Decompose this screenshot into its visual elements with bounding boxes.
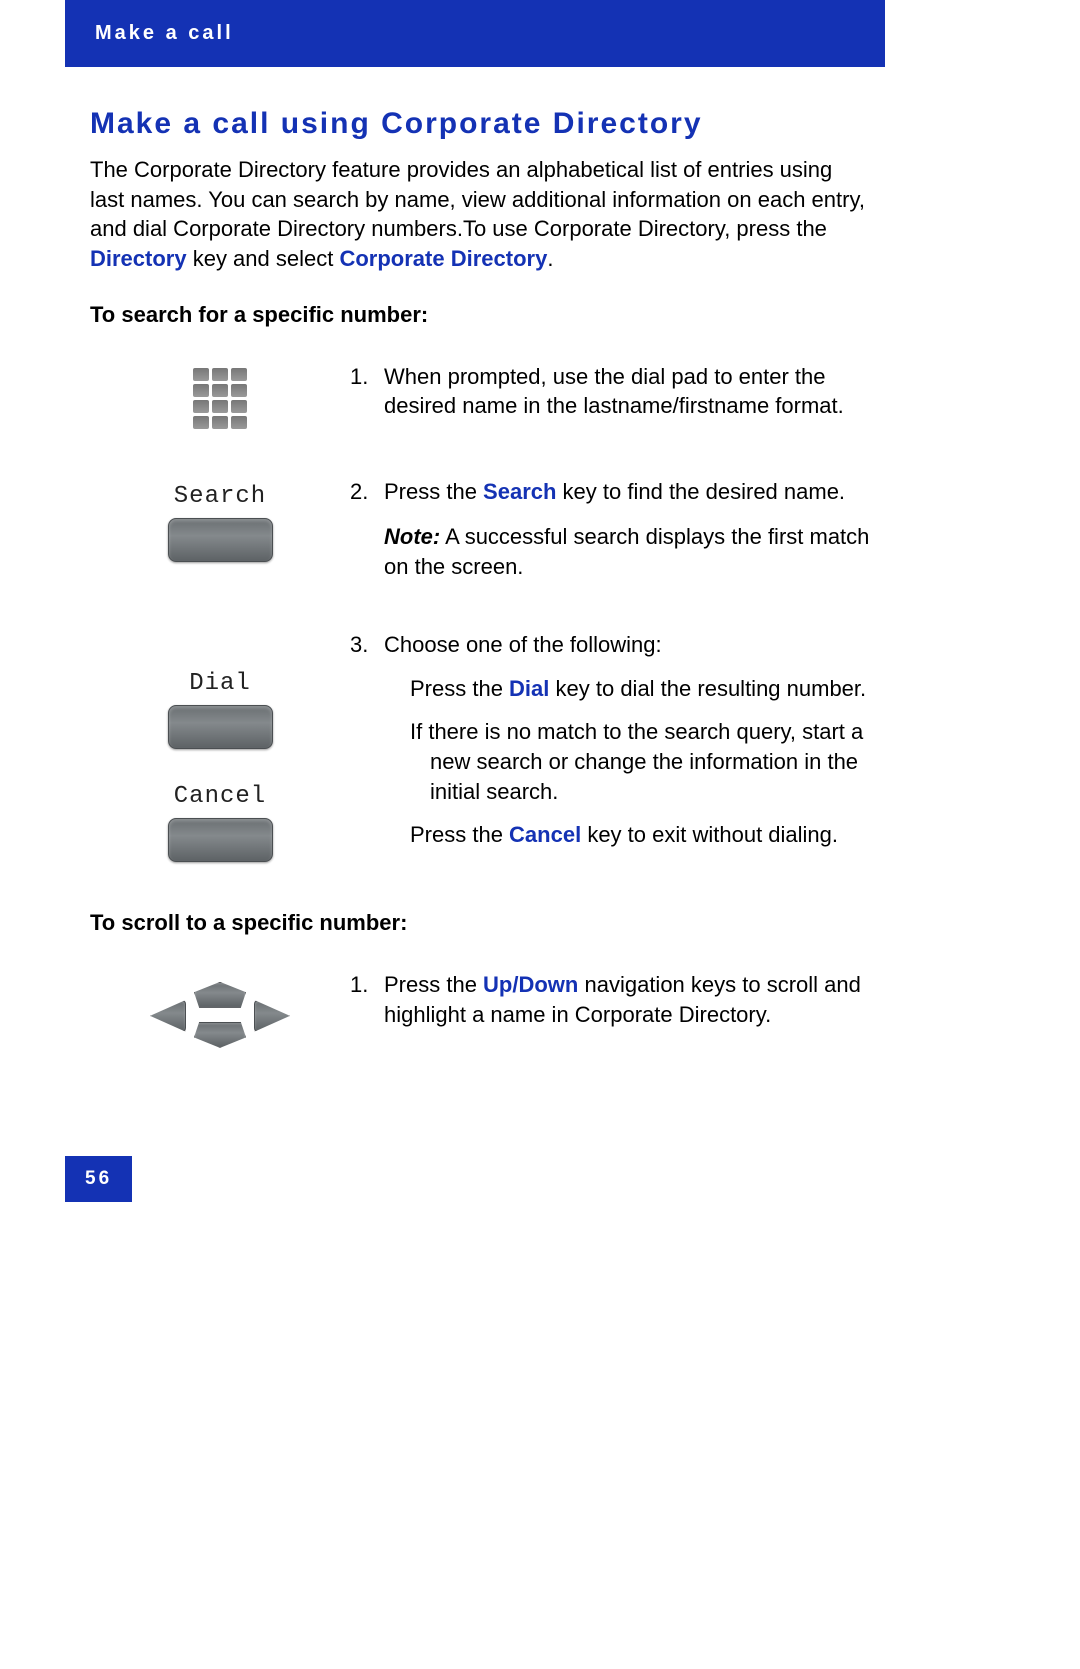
step-3c-post: key to exit without dialing. [581,822,838,847]
scroll-step-1-number: 1. [350,970,384,1029]
step-3-icon-col: Dial Cancel [90,630,350,862]
step-3a-key-dial: Dial [509,676,549,701]
step-2-key-search: Search [483,479,556,504]
intro-text-mid: key and select [187,246,340,271]
cancel-softkey-label: Cancel [174,783,266,810]
intro-key-corporate-directory: Corporate Directory [339,246,547,271]
scroll-subheading: To scroll to a specific number: [90,910,870,936]
scroll-step-key-updown: Up/Down [483,972,578,997]
softkey-button-icon [168,518,273,562]
search-softkey-label: Search [174,483,266,510]
step-2-note: Note: A successful search displays the f… [384,522,870,581]
step-2-icon-col: Search [90,477,350,562]
intro-text-post: . [547,246,553,271]
scroll-step-pre: Press the [384,972,483,997]
nav-up-icon [194,982,246,1008]
scroll-step-1: 1. Press the Up/Down navigation keys to … [90,970,870,1056]
softkey-button-icon [168,818,273,862]
step-3-text: 3. Choose one of the following: Press th… [350,630,870,850]
step-1-body: When prompted, use the dial pad to enter… [384,362,870,421]
note-text: A successful search displays the first m… [384,524,869,579]
dial-softkey: Dial [168,670,273,749]
step-2-number: 2. [350,477,384,507]
navigation-keys-icon [150,976,290,1056]
step-2-pre: Press the [384,479,483,504]
nav-left-icon [150,1000,186,1032]
footer: 56 [65,1156,885,1206]
intro-paragraph: The Corporate Directory feature provides… [90,155,870,274]
step-1-number: 1. [350,362,384,421]
page-number: 56 [65,1156,132,1202]
step-3-number: 3. [350,630,384,660]
search-subheading: To search for a specific number: [90,302,870,328]
note-label: Note: [384,524,440,549]
step-3c-pre: Press the [410,822,509,847]
nav-right-icon [254,1000,290,1032]
header-breadcrumb: Make a call [65,0,885,67]
step-3a-pre: Press the [410,676,509,701]
dial-softkey-label: Dial [189,670,251,697]
scroll-step-1-body: Press the Up/Down navigation keys to scr… [384,970,870,1029]
step-3-option-dial: Press the Dial key to dial the resulting… [410,674,870,704]
step-2-post: key to find the desired name. [556,479,845,504]
step-2-body: Press the Search key to find the desired… [384,477,870,507]
step-2-text: 2. Press the Search key to find the desi… [350,477,870,582]
step-3-lead: Choose one of the following: [384,630,870,660]
intro-key-directory: Directory [90,246,187,271]
step-3: Dial Cancel 3. Choose one of the followi… [90,630,870,862]
intro-text-pre: The Corporate Directory feature provides… [90,157,865,241]
nav-down-icon [194,1022,246,1048]
step-1-text: 1. When prompted, use the dial pad to en… [350,362,870,421]
step-3a-post: key to dial the resulting number. [549,676,866,701]
page-content: Make a call using Corporate Directory Th… [0,67,960,1056]
scroll-step-1-text: 1. Press the Up/Down navigation keys to … [350,970,870,1029]
step-1: 1. When prompted, use the dial pad to en… [90,362,870,429]
search-softkey: Search [168,483,273,562]
step-2: Search 2. Press the Search key to find t… [90,477,870,582]
step-1-icon-col [90,362,350,429]
breadcrumb-text: Make a call [95,22,234,44]
step-3c-key-cancel: Cancel [509,822,581,847]
page-title: Make a call using Corporate Directory [90,107,870,141]
dialpad-icon [193,368,247,429]
step-3-option-cancel: Press the Cancel key to exit without dia… [410,820,870,850]
cancel-softkey: Cancel [168,783,273,862]
softkey-button-icon [168,705,273,749]
step-3-option-nomatch: If there is no match to the search query… [410,717,870,806]
scroll-step-1-icon-col [90,970,350,1056]
